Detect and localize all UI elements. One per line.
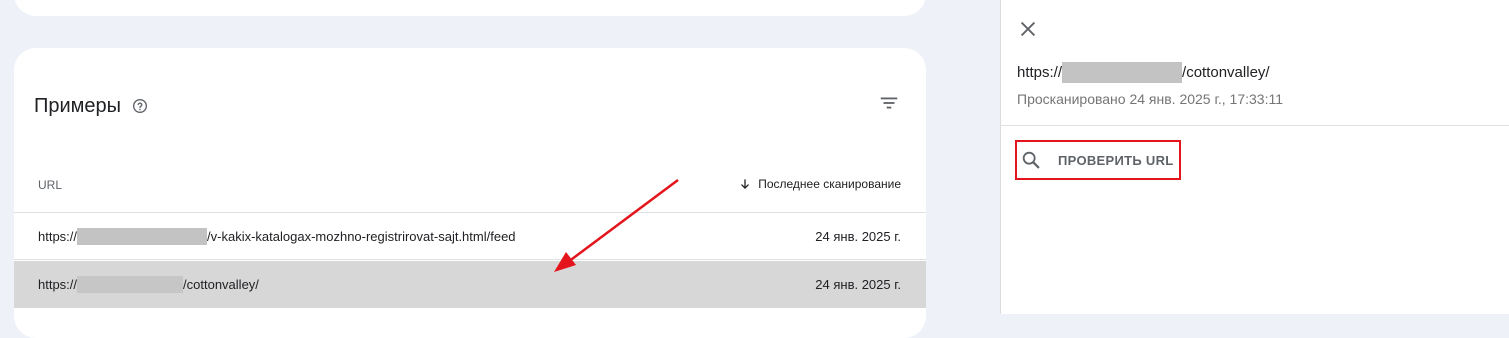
help-icon[interactable] xyxy=(132,98,148,114)
row-url: https:// /v-kakix-katalogax-mozhno-regist… xyxy=(38,227,516,245)
table-row[interactable]: https:// /v-kakix-katalogax-mozhno-regist… xyxy=(14,213,926,260)
redacted-domain xyxy=(1062,62,1183,83)
row-url: https:// /cottonvalley/ xyxy=(38,276,259,293)
url-prefix: https:// xyxy=(1017,64,1063,81)
column-header-last-crawl-label: Последнее сканирование xyxy=(758,177,901,191)
previous-card xyxy=(14,0,926,16)
url-prefix: https:// xyxy=(38,228,78,244)
redacted-domain xyxy=(77,276,184,293)
column-header-url[interactable]: URL xyxy=(38,178,62,192)
url-path: /cottonvalley/ xyxy=(183,277,259,292)
inspect-url-label: ПРОВЕРИТЬ URL xyxy=(1058,153,1174,168)
panel-divider xyxy=(1001,125,1509,126)
url-path: /v-kakix-katalogax-mozhno-registrirovat-… xyxy=(207,228,516,244)
inspect-url-button[interactable]: ПРОВЕРИТЬ URL xyxy=(1015,140,1181,180)
column-header-last-crawl[interactable]: Последнее сканирование xyxy=(738,177,901,191)
search-icon xyxy=(1022,151,1040,169)
row-date: 24 янв. 2025 г. xyxy=(815,277,901,292)
arrow-down-icon xyxy=(741,179,750,189)
row-date: 24 янв. 2025 г. xyxy=(815,228,901,244)
url-path: /cottonvalley/ xyxy=(1182,64,1270,81)
url-details-panel: https:// /cottonvalley/ Просканировано 24… xyxy=(1000,0,1509,314)
examples-card: Примеры URL Последнее сканирование https… xyxy=(14,48,926,338)
close-icon[interactable] xyxy=(1017,18,1039,40)
panel-url: https:// /cottonvalley/ xyxy=(1017,62,1270,83)
table-row-selected[interactable]: https:// /cottonvalley/ 24 янв. 2025 г. xyxy=(14,261,926,308)
examples-title: Примеры xyxy=(34,95,122,117)
crawled-timestamp: Просканировано 24 янв. 2025 г., 17:33:11 xyxy=(1017,91,1283,107)
filter-icon[interactable] xyxy=(878,92,900,114)
url-prefix: https:// xyxy=(38,277,78,292)
redacted-domain xyxy=(77,227,208,245)
